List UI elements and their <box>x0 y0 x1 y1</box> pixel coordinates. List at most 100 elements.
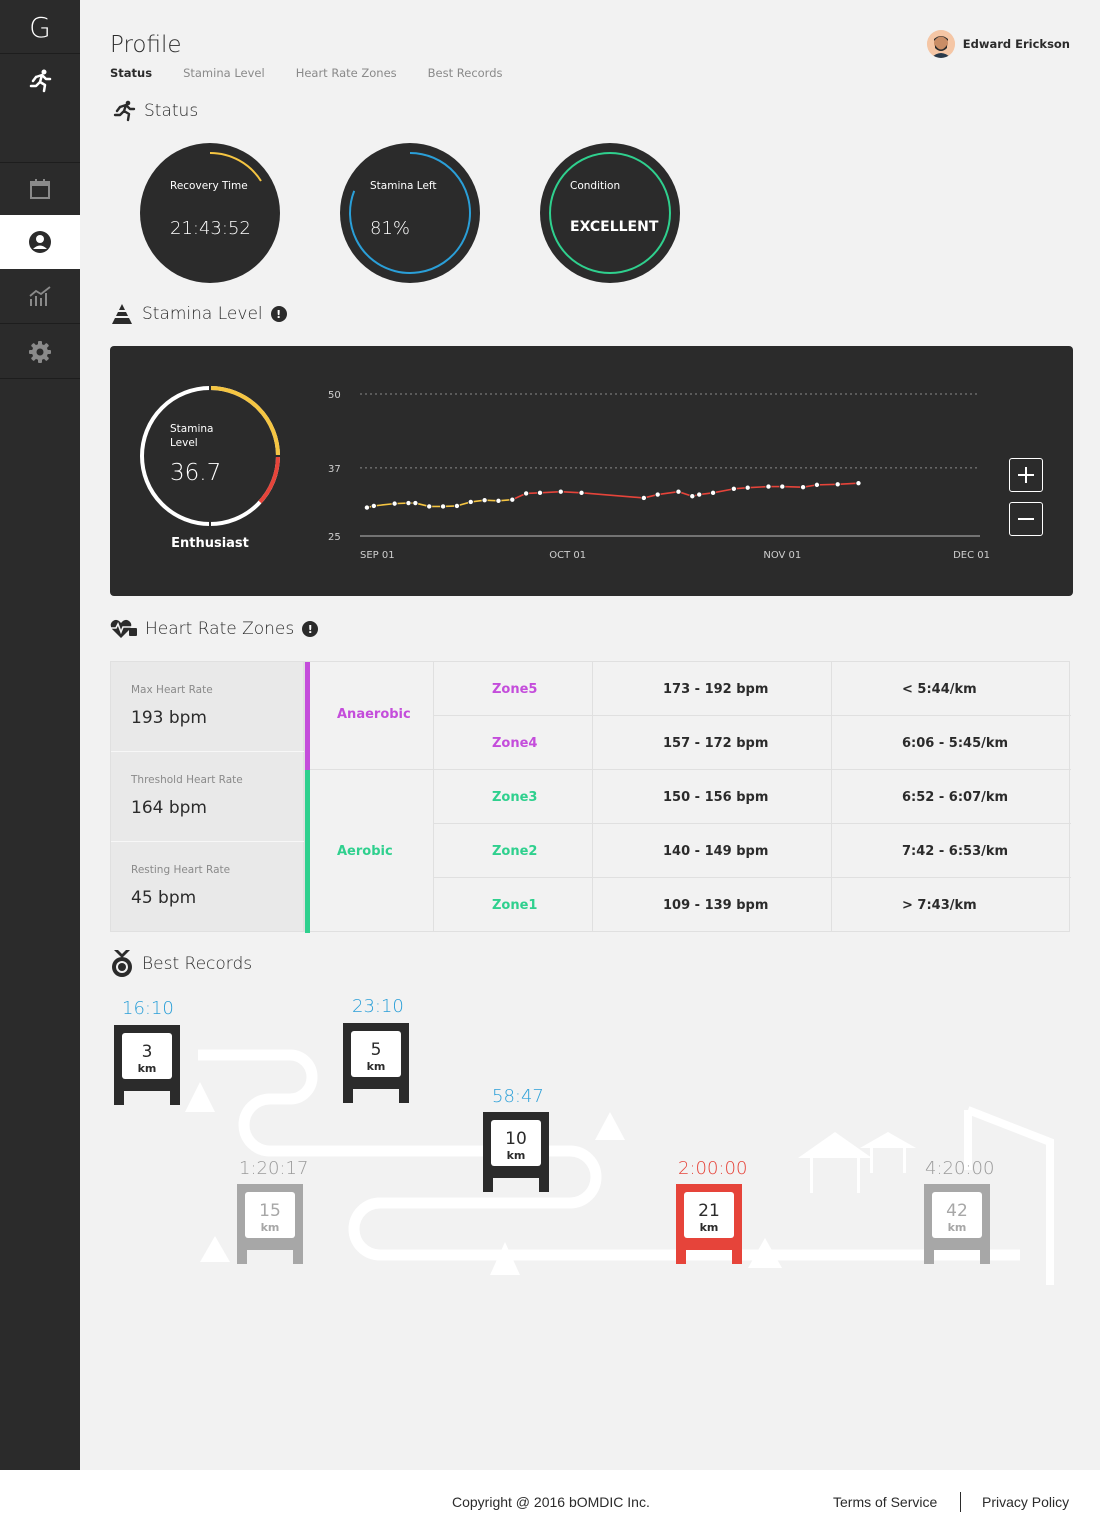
zone-name: Zone5 <box>433 662 592 716</box>
tab-best-records[interactable]: Best Records <box>428 66 503 80</box>
anaerobic-bar <box>305 662 310 770</box>
sign-42km-unit: km <box>948 1221 967 1234</box>
data-point <box>800 484 807 491</box>
zone-row: Zone3 150 - 156 bpm 6:52 - 6:07/km <box>433 770 1071 824</box>
sign-10km-distance: 10 <box>505 1129 527 1149</box>
records-section-title: Best Records <box>110 950 252 978</box>
user-menu[interactable]: Edward Erickson <box>926 30 1070 58</box>
footer: Copyright @ 2016 bOMDIC Inc. Terms of Se… <box>0 1470 1100 1530</box>
tab-heart-rate-zones[interactable]: Heart Rate Zones <box>296 66 397 80</box>
zone-name: Zone1 <box>433 878 592 932</box>
stamina-left-card: Stamina Left 81% <box>340 143 480 283</box>
runner-icon <box>113 100 136 122</box>
data-point <box>730 485 737 492</box>
heart-rate-info-icon[interactable]: ! <box>302 621 319 637</box>
stamina-rank: Enthusiast <box>171 536 249 551</box>
zone-pace: < 5:44/km <box>831 662 1071 716</box>
data-point <box>855 480 862 487</box>
zone-row: Zone4 157 - 172 bpm 6:06 - 5:45/km <box>433 716 1071 770</box>
record-time-5km: 23:10 <box>352 996 404 1017</box>
record-time-42km: 4:20:00 <box>925 1158 995 1179</box>
runner-icon <box>29 69 52 93</box>
max-heart-rate-label: Max Heart Rate <box>131 684 213 696</box>
resting-heart-rate: Resting Heart Rate 45 bpm <box>111 842 305 932</box>
data-point <box>654 491 661 498</box>
copyright: Copyright @ 2016 bOMDIC Inc. <box>452 1494 650 1510</box>
data-point <box>675 488 682 495</box>
series-line-segment <box>816 483 838 486</box>
sidebar-item-profile[interactable] <box>0 215 80 269</box>
aerobic-label: Aerobic <box>337 844 393 859</box>
sign-21km[interactable]: 21 km <box>676 1184 742 1264</box>
sign-3km-unit: km <box>138 1062 157 1075</box>
zoom-out-button[interactable] <box>1009 502 1043 536</box>
max-heart-rate-value: 193 bpm <box>131 708 207 728</box>
sign-15km[interactable]: 15 km <box>237 1184 303 1264</box>
profile-tabs: Status Stamina Level Heart Rate Zones Be… <box>110 66 503 80</box>
data-point <box>405 500 412 507</box>
sign-3km[interactable]: 3 km <box>114 1025 180 1105</box>
chart-icon <box>29 286 51 306</box>
stamina-title: Stamina Level <box>142 304 263 324</box>
heart-rate-stats: Max Heart Rate 193 bpm Threshold Heart R… <box>110 661 305 932</box>
type-divider <box>310 769 433 770</box>
series-line-segment <box>539 490 561 494</box>
zone-bpm: 109 - 139 bpm <box>592 878 831 932</box>
terms-link[interactable]: Terms of Service <box>833 1494 937 1510</box>
resting-heart-rate-label: Resting Heart Rate <box>131 864 231 876</box>
zone-bpm: 173 - 192 bpm <box>592 662 831 716</box>
profile-icon <box>29 231 51 253</box>
data-point <box>557 488 564 495</box>
calendar-icon <box>30 179 50 199</box>
stamina-chart: 25 37 50 SEP 01 OCT 01 NOV 01 DEC 01 <box>328 390 990 561</box>
resting-heart-rate-value: 45 bpm <box>131 888 197 908</box>
series-line-segment <box>782 485 804 488</box>
threshold-heart-rate: Threshold Heart Rate 164 bpm <box>111 752 305 842</box>
recovery-time-value: 21:43:52 <box>170 218 251 239</box>
tab-stamina-level[interactable]: Stamina Level <box>183 66 265 80</box>
stamina-level-value: 36.7 <box>170 460 222 486</box>
data-point <box>426 503 433 510</box>
footer-divider <box>960 1492 961 1512</box>
stamina-info-icon[interactable]: ! <box>270 306 287 322</box>
data-point <box>689 493 696 500</box>
sign-21km-distance: 21 <box>698 1201 720 1221</box>
stamina-level-gauge <box>140 384 282 528</box>
sign-3km-distance: 3 <box>142 1042 153 1062</box>
gear-icon <box>29 341 51 363</box>
record-time-21km: 2:00:00 <box>678 1158 748 1179</box>
zone-name: Zone3 <box>433 770 592 824</box>
sign-5km-distance: 5 <box>371 1040 382 1060</box>
logo-text: G <box>29 10 51 44</box>
sign-42km[interactable]: 42 km <box>924 1184 990 1264</box>
heart-rate-zones: Anaerobic Aerobic Zone5 173 - 192 bpm < … <box>304 661 1071 933</box>
main-content: Profile Status Stamina Level Heart Rate … <box>80 0 1100 1470</box>
sign-5km[interactable]: 5 km <box>343 1023 409 1103</box>
data-point <box>440 503 447 510</box>
heart-rate-title: Heart Rate Zones <box>145 619 295 639</box>
zone-pace: > 7:43/km <box>831 878 1071 932</box>
sidebar-item-calendar[interactable] <box>0 162 80 216</box>
condition-card: Condition EXCELLENT <box>540 143 680 283</box>
tab-status[interactable]: Status <box>110 66 152 80</box>
zone-row: Zone2 140 - 149 bpm 7:42 - 6:53/km <box>433 824 1071 878</box>
zone-bpm: 157 - 172 bpm <box>592 716 831 770</box>
sign-10km[interactable]: 10 km <box>483 1112 549 1192</box>
sidebar-divider <box>0 323 80 324</box>
data-point <box>710 489 717 496</box>
zone-name: Zone2 <box>433 824 592 878</box>
condition-ring <box>549 152 671 274</box>
x-tick-label: NOV 01 <box>763 550 801 561</box>
stamina-level-label: Stamina Level <box>170 423 214 449</box>
sidebar-item-runner[interactable] <box>0 54 80 108</box>
app-logo[interactable]: G <box>0 0 80 54</box>
sidebar-item-settings[interactable] <box>0 325 80 379</box>
sidebar-item-stats[interactable] <box>0 269 80 323</box>
data-point <box>640 494 647 501</box>
data-point <box>523 490 530 497</box>
privacy-link[interactable]: Privacy Policy <box>982 1494 1069 1510</box>
heart-rate-table: Max Heart Rate 193 bpm Threshold Heart R… <box>110 661 1071 933</box>
zoom-in-button[interactable] <box>1009 458 1043 492</box>
zone-pace: 6:06 - 5:45/km <box>831 716 1071 770</box>
data-point <box>696 491 703 498</box>
